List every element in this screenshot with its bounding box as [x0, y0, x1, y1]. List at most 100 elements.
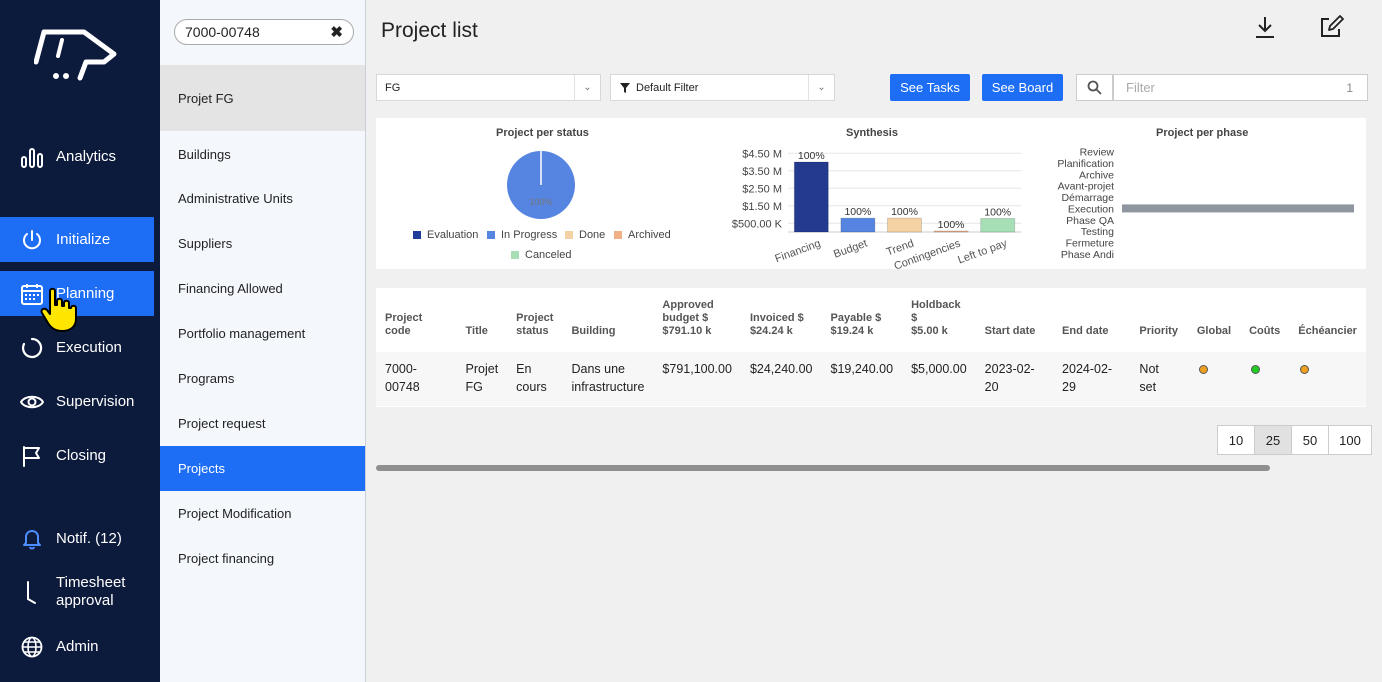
synthesis-bar[interactable] [840, 217, 876, 233]
project-table: Project code Title Project status Building Ap… [376, 288, 1366, 407]
search-button[interactable] [1076, 74, 1113, 101]
cell-payable[interactable]: $19,240.00 [821, 352, 903, 406]
nav-label: Timesheet approval [56, 574, 125, 610]
cell-building[interactable]: Dans une infrastructure [562, 352, 654, 406]
see-tasks-button[interactable]: See Tasks [890, 74, 970, 101]
chevron-down-icon[interactable]: ⌄ [808, 75, 834, 100]
nav-item-closing[interactable]: Closing [0, 433, 154, 478]
column-header[interactable]: Project status [507, 288, 562, 352]
submenu-search-input[interactable]: 7000-00748 ✖ [174, 19, 354, 45]
project-select[interactable]: FG ⌄ [376, 74, 601, 101]
cell-invoiced[interactable]: $24,240.00 [740, 352, 822, 406]
filter-select[interactable]: Default Filter ⌄ [610, 74, 835, 101]
nav-item-execution[interactable]: Execution [0, 325, 154, 370]
nav-item-timesheet-approval[interactable]: Timesheet approval [0, 570, 154, 614]
see-board-button[interactable]: See Board [982, 74, 1063, 101]
cell-costs[interactable] [1240, 352, 1290, 406]
phase-label: Archive [1079, 169, 1114, 181]
cell-title[interactable]: Projet FG [456, 352, 508, 406]
filter-input[interactable]: Filter 1 [1113, 74, 1368, 101]
bar-data-label: 100% [891, 206, 918, 218]
page-size-50[interactable]: 50 [1291, 425, 1329, 455]
circle-progress-icon [20, 336, 44, 360]
cell-schedule[interactable] [1289, 352, 1366, 406]
submenu-project-header[interactable]: Projet FG [160, 65, 365, 131]
cell-status-line2: cours [516, 380, 547, 394]
clear-search-icon[interactable]: ✖ [330, 23, 343, 41]
legend-swatch [487, 231, 495, 239]
cell-global[interactable] [1187, 352, 1241, 406]
table-row[interactable]: 7000-00748 Projet FG En cours Dans une infr… [376, 352, 1366, 406]
column-header[interactable]: Échéancier [1289, 288, 1366, 352]
column-header[interactable]: Title [457, 288, 508, 352]
phase-label: Testing [1081, 226, 1114, 238]
column-header[interactable]: Building [562, 288, 653, 352]
cell-start-date[interactable]: 2023-02-20 [975, 352, 1054, 406]
submenu-item-programs[interactable]: Programs [160, 356, 365, 401]
legend-label: Done [579, 229, 606, 241]
column-header[interactable]: End date [1053, 288, 1130, 352]
edit-icon[interactable] [1318, 14, 1344, 40]
column-header-line: Priority [1139, 325, 1178, 337]
submenu-item-administrative-units[interactable]: Administrative Units [160, 176, 365, 221]
column-header[interactable]: Invoiced $ $24.24 k [741, 288, 822, 352]
synthesis-bar[interactable] [933, 230, 969, 233]
column-header[interactable]: Payable $ $19.24 k [822, 288, 903, 352]
submenu-item-project-financing[interactable]: Project financing [160, 536, 365, 581]
column-header-line: Coûts [1249, 325, 1281, 337]
phase-label: Avant-projet [1058, 181, 1115, 193]
project-select-value: FG [385, 81, 401, 94]
page-size-10[interactable]: 10 [1217, 425, 1255, 455]
column-header[interactable]: Priority [1130, 288, 1187, 352]
synthesis-bar[interactable] [887, 217, 922, 233]
nav-label: Closing [56, 447, 107, 464]
cell-building-line1: Dans une [571, 362, 625, 376]
synthesis-bar[interactable] [980, 217, 1016, 233]
cell-priority[interactable]: Not set [1130, 352, 1188, 406]
phase-label: Execution [1068, 203, 1114, 215]
column-header-line: budget $ [662, 312, 709, 324]
nav-item-analytics[interactable]: Analytics [0, 134, 154, 179]
legend-label: Canceled [525, 249, 572, 261]
legend-item-in-progress: In Progress [487, 229, 557, 241]
submenu-item-portfolio-management[interactable]: Portfolio management [160, 311, 365, 356]
column-header[interactable]: Start date [976, 288, 1053, 352]
column-header[interactable]: Coûts [1240, 288, 1289, 352]
submenu-item-suppliers[interactable]: Suppliers [160, 221, 365, 266]
horizontal-scrollbar[interactable] [376, 465, 1270, 471]
cell-end-date[interactable]: 2024-02-29 [1053, 352, 1131, 406]
cell-project-code[interactable]: 7000-00748 [376, 352, 457, 406]
cell-holdback[interactable]: $5,000.00 [902, 352, 976, 406]
submenu-item-projects[interactable]: Projects [160, 446, 365, 491]
page-size-25[interactable]: 25 [1254, 425, 1292, 455]
column-header[interactable]: Holdback $ $5.00 k [902, 288, 976, 352]
submenu-item-buildings[interactable]: Buildings [160, 132, 365, 177]
chevron-down-icon[interactable]: ⌄ [574, 75, 600, 100]
filter-select-value: Default Filter [636, 81, 699, 94]
nav-item-initialize[interactable]: Initialize [0, 217, 154, 262]
submenu-item-project-modification[interactable]: Project Modification [160, 491, 365, 536]
cell-approved-budget[interactable]: $791,100.00 [653, 352, 741, 406]
column-header[interactable]: Approved budget $ $791.10 k [653, 288, 741, 352]
submenu-item-financing-allowed[interactable]: Financing Allowed [160, 266, 365, 311]
chart-title-status: Project per status [496, 127, 589, 139]
nav-item-notifications[interactable]: Notif. (12) [0, 516, 154, 561]
column-header-line: $5.00 k [911, 325, 948, 337]
nav-item-supervision[interactable]: Supervision [0, 379, 154, 424]
phase-bar[interactable] [1122, 204, 1354, 213]
column-header[interactable]: Global [1188, 288, 1240, 352]
column-header-line: Building [571, 325, 616, 337]
download-icon[interactable] [1252, 14, 1278, 40]
bar-data-label: 100% [938, 219, 965, 231]
synthesis-bar[interactable] [793, 161, 829, 233]
nav-item-admin[interactable]: Admin [0, 624, 154, 669]
column-header-line: status [516, 325, 549, 337]
phase-label: Phase Andi [1061, 249, 1114, 261]
submenu-item-project-request[interactable]: Project request [160, 401, 365, 446]
column-header-line: Global [1196, 325, 1232, 337]
page-size-100[interactable]: 100 [1328, 425, 1372, 455]
cell-status[interactable]: En cours [507, 352, 563, 406]
app-logo-icon[interactable] [34, 26, 120, 82]
column-header[interactable]: Project code [376, 288, 457, 352]
x-tick-label: Budget [832, 238, 869, 261]
